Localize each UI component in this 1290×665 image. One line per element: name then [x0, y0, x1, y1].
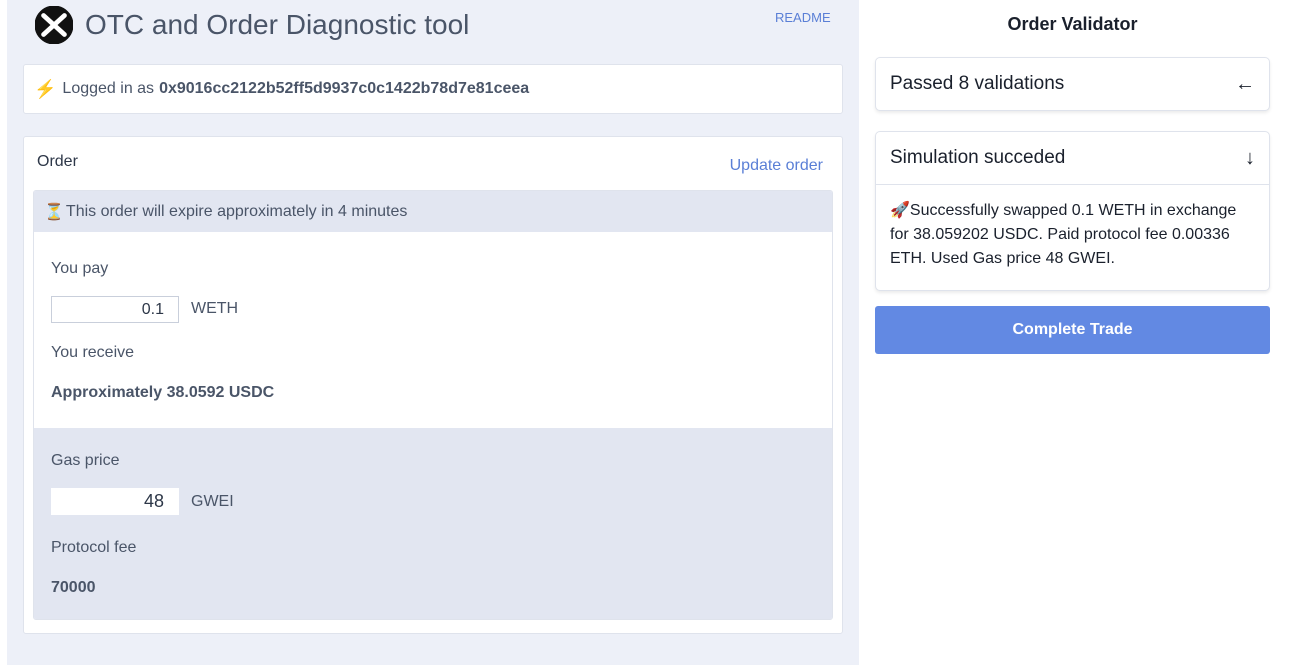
pay-token: WETH [191, 300, 239, 317]
validations-toggle[interactable]: Passed 8 validations ← [876, 58, 1269, 110]
receive-amount: Approximately 38.0592 USDC [51, 384, 275, 401]
fee-section: Gas price GWEI Protocol fee 70000 [34, 428, 832, 619]
you-pay-label: You pay [51, 260, 109, 277]
gas-unit: GWEI [191, 493, 234, 510]
you-receive-label: You receive [51, 344, 135, 361]
hourglass-icon: ⏳ [44, 203, 64, 221]
simulation-detail: Successfully swapped 0.1 WETH in exchang… [890, 202, 1237, 267]
rocket-icon: 🚀 [890, 202, 910, 219]
expiry-banner: ⏳ This order will expire approximately i… [34, 191, 832, 232]
arrow-down-icon: ↓ [1245, 146, 1255, 169]
order-details: ⏳ This order will expire approximately i… [33, 190, 833, 620]
gas-price-label: Gas price [51, 452, 120, 469]
diagnostic-panel: OTC and Order Diagnostic tool README ⚡ L… [7, 0, 859, 665]
order-card: Order Update order ⏳ This order will exp… [23, 136, 843, 634]
simulation-text: Simulation succeded [890, 147, 1066, 168]
app-title: OTC and Order Diagnostic tool [85, 9, 470, 40]
expiry-text: This order will expire approximately in … [65, 202, 408, 220]
protocol-fee-value: 70000 [51, 579, 96, 596]
login-status: ⚡ Logged in as 0x9016cc2122b52ff5d9937c0… [23, 64, 843, 114]
validations-panel: Passed 8 validations ← [875, 57, 1270, 111]
lightning-bolt-icon: ⚡ [34, 78, 57, 99]
protocol-fee-label: Protocol fee [51, 539, 137, 556]
login-prefix: Logged in as [62, 80, 155, 97]
brand: OTC and Order Diagnostic tool [35, 6, 469, 44]
zerox-logo-icon [35, 6, 73, 44]
readme-link[interactable]: README [775, 10, 831, 25]
complete-trade-button[interactable]: Complete Trade [875, 306, 1270, 354]
pay-amount-input[interactable] [51, 296, 179, 323]
update-order-link[interactable]: Update order [730, 157, 823, 175]
trade-section: You pay WETH You receive Approximately 3… [34, 232, 832, 428]
simulation-panel: Simulation succeded ↓ 🚀Successfully swap… [875, 131, 1270, 291]
validator-title: Order Validator [1007, 14, 1138, 34]
simulation-result: 🚀Successfully swapped 0.1 WETH in exchan… [876, 184, 1269, 290]
wallet-address: 0x9016cc2122b52ff5d9937c0c1422b78d7e81ce… [159, 80, 530, 97]
arrow-left-icon: ← [1235, 72, 1255, 95]
order-title: Order [37, 153, 78, 170]
gas-price-input[interactable] [51, 488, 179, 515]
simulation-toggle[interactable]: Simulation succeded ↓ [876, 132, 1269, 184]
validations-text: Passed 8 validations [890, 73, 1065, 94]
